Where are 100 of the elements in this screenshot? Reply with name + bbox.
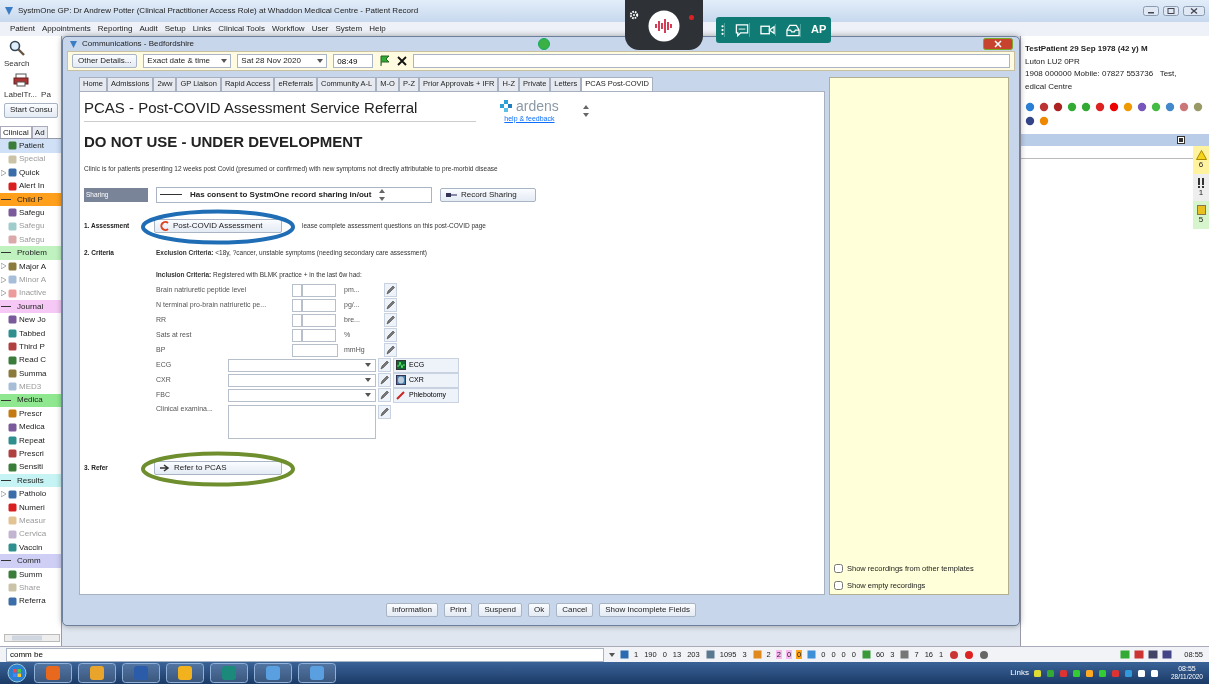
toolbar-label[interactable]: Search [4, 59, 30, 69]
dialog-button[interactable]: Cancel [556, 602, 594, 618]
sidebar-item[interactable]: New Jo [0, 313, 61, 327]
alert-counter[interactable]: 5 [1193, 201, 1209, 229]
sidebar-item[interactable]: Medica [0, 420, 61, 434]
sidebar-item[interactable]: Major A [0, 259, 61, 274]
sidebar-item[interactable]: Repeat [0, 433, 61, 448]
input-field[interactable] [292, 298, 302, 312]
more-icon[interactable] [721, 23, 725, 37]
flag-icon[interactable] [379, 55, 392, 67]
checkbox[interactable] [834, 581, 843, 590]
input-field[interactable] [292, 343, 338, 357]
status-icon[interactable] [979, 649, 990, 660]
menu-item[interactable]: Help [369, 24, 386, 34]
app-icon[interactable] [78, 663, 116, 683]
dialog-button[interactable]: Information [385, 602, 438, 618]
minimize-button[interactable] [1143, 6, 1159, 16]
input-field[interactable] [292, 313, 302, 327]
edit-button[interactable] [384, 283, 397, 298]
dropdown-field[interactable] [228, 373, 376, 387]
menu-item[interactable]: User [311, 24, 329, 34]
tray-icon[interactable] [1162, 650, 1173, 659]
status-icon[interactable] [949, 649, 960, 660]
edit-button[interactable] [384, 298, 397, 313]
sidebar-tab[interactable]: Clinical [0, 125, 32, 139]
edit-button[interactable] [378, 388, 391, 403]
start-button[interactable] [6, 663, 28, 683]
video-icon[interactable] [760, 24, 776, 36]
app-icon[interactable] [210, 663, 248, 683]
edit-button[interactable] [384, 313, 397, 328]
dialog-button[interactable]: Show Incomplete Fields [599, 602, 697, 618]
sidebar-item[interactable]: Alert In [0, 179, 61, 193]
sidebar-item[interactable]: Read C [0, 353, 61, 367]
counter-icon[interactable] [620, 650, 629, 659]
spinner-icon[interactable] [379, 189, 386, 201]
sharing-dropdown[interactable]: Has consent to SystmOne record sharing in/out [156, 187, 432, 203]
refer-to-pcas-button[interactable]: Refer to PCAS [154, 460, 282, 476]
post-covid-assessment-button[interactable]: Post-COVID Assessment [154, 219, 282, 234]
menu-item[interactable]: Patient [10, 24, 35, 34]
edit-button[interactable] [378, 373, 391, 388]
menu-item[interactable]: Links [192, 24, 212, 34]
checkbox[interactable] [834, 564, 843, 573]
menu-item[interactable]: Appointments [41, 24, 91, 34]
input-field[interactable] [292, 283, 302, 297]
text-field[interactable] [413, 54, 1010, 68]
sidebar-item[interactable]: Prescri [0, 447, 61, 461]
close-button[interactable] [983, 38, 1013, 50]
sidebar-item[interactable]: Third P [0, 340, 61, 354]
menu-item[interactable]: Setup [164, 24, 186, 34]
counter-icon[interactable] [752, 650, 762, 659]
sidebar-item[interactable]: Sensiti [0, 460, 61, 474]
tray-icon[interactable] [1148, 650, 1159, 659]
dropdown-field[interactable] [228, 388, 376, 402]
sidebar-item[interactable]: Patholo [0, 487, 61, 501]
menu-item[interactable]: Reporting [97, 24, 133, 34]
sidebar-item[interactable]: Patient [0, 139, 61, 153]
chat-icon[interactable] [735, 23, 750, 37]
app-icon[interactable] [298, 663, 336, 683]
spinner-icon[interactable] [582, 104, 589, 117]
dialog-button[interactable]: Print [443, 602, 473, 618]
links-label[interactable]: Links [1010, 668, 1029, 678]
input-field[interactable] [302, 328, 336, 342]
search-field[interactable]: comm be [6, 647, 604, 662]
other-details-button[interactable]: Other Details... [72, 53, 138, 69]
input-field[interactable] [302, 283, 336, 297]
counter-icon[interactable] [807, 650, 817, 659]
inbox-icon[interactable] [786, 23, 801, 37]
date-mode-dropdown[interactable]: Exact date & time [143, 54, 232, 68]
menu-item[interactable]: Workflow [271, 24, 305, 34]
app-icon[interactable] [122, 663, 160, 683]
dialog-button[interactable]: Suspend [478, 602, 522, 618]
input-field[interactable] [292, 328, 302, 342]
close-button[interactable] [1183, 6, 1205, 16]
dropdown-field[interactable] [228, 358, 376, 372]
user-initials[interactable]: AP [806, 23, 832, 37]
app-icon[interactable] [34, 663, 72, 683]
sidebar-item[interactable]: Numeri [0, 500, 61, 515]
close-icon[interactable] [397, 56, 408, 66]
sidebar-item[interactable]: Prescr [0, 407, 61, 421]
edit-button[interactable] [384, 343, 397, 358]
dialog-button[interactable]: Ok [528, 602, 551, 618]
alert-counter[interactable]: 6 [1193, 146, 1209, 174]
edit-button[interactable] [378, 358, 391, 373]
app-icon[interactable] [254, 663, 292, 683]
edit-button[interactable] [384, 328, 397, 343]
sidebar-item[interactable]: Tabbed [0, 326, 61, 341]
toolbar-label[interactable]: LabelTr... [4, 89, 38, 100]
sidebar-item[interactable]: Summa [0, 366, 61, 381]
sidebar-item[interactable]: Safegu [0, 206, 61, 220]
input-field[interactable] [302, 298, 336, 312]
counter-icon[interactable] [861, 650, 871, 659]
alert-counter[interactable]: 1 [1193, 173, 1209, 202]
status-icon[interactable] [964, 649, 975, 660]
menu-item[interactable]: Audit [139, 24, 158, 34]
toolbar-label[interactable]: Pa [41, 89, 51, 100]
record-sharing-button[interactable]: Record Sharing [440, 187, 536, 203]
menu-item[interactable]: Clinical Tools [218, 24, 265, 34]
edit-button[interactable] [378, 404, 391, 419]
time-field[interactable]: 08:49 [333, 54, 374, 68]
menu-item[interactable]: System [335, 24, 363, 34]
